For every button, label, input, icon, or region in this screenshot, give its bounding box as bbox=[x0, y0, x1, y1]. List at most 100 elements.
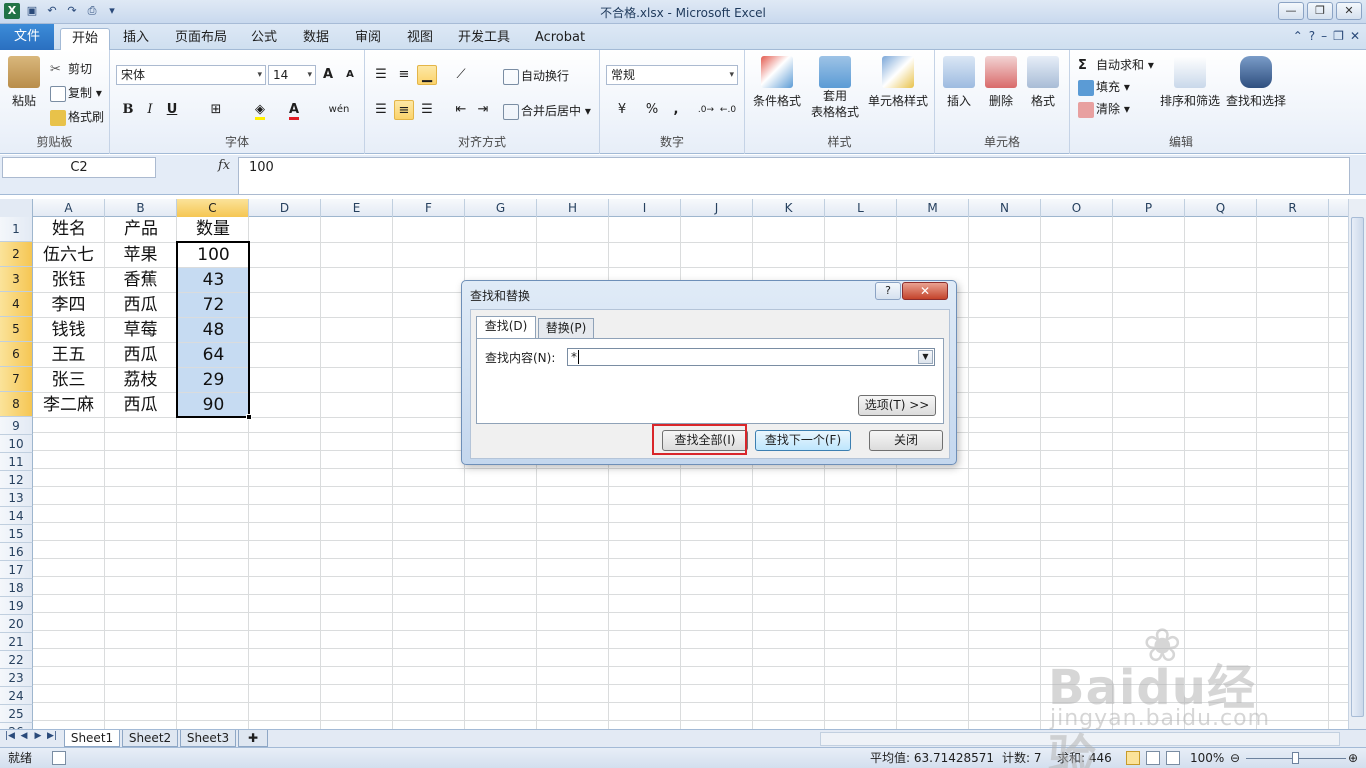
row-header[interactable]: 4 bbox=[0, 292, 33, 317]
merge-center-button[interactable]: 合并后居中 ▾ bbox=[503, 102, 591, 120]
row-header[interactable]: 1 bbox=[0, 217, 33, 242]
dialog-help-button[interactable]: ? bbox=[875, 282, 901, 300]
paste-button[interactable]: 粘贴 bbox=[6, 56, 42, 109]
row-header[interactable]: 21 bbox=[0, 633, 33, 651]
row-header[interactable]: 19 bbox=[0, 597, 33, 615]
shrink-font-button[interactable]: A bbox=[340, 65, 360, 85]
workbook-minimize-icon[interactable]: – bbox=[1321, 29, 1327, 43]
row-header[interactable]: 16 bbox=[0, 543, 33, 561]
table-cell[interactable]: 张三 bbox=[33, 368, 104, 392]
table-header-cell[interactable]: 数量 bbox=[177, 217, 249, 242]
row-header[interactable]: 14 bbox=[0, 507, 33, 525]
table-cell[interactable]: 荔枝 bbox=[105, 368, 176, 392]
find-select-button[interactable]: 查找和选择 bbox=[1224, 56, 1288, 109]
table-header-cell[interactable]: 姓名 bbox=[33, 217, 105, 242]
tab-find[interactable]: 查找(D) bbox=[476, 316, 536, 339]
table-header-cell[interactable]: 产品 bbox=[105, 217, 177, 242]
zoom-in-icon[interactable]: ⊕ bbox=[1348, 748, 1358, 768]
format-painter-button[interactable]: 格式刷 bbox=[50, 108, 104, 126]
sort-filter-button[interactable]: 排序和筛选 bbox=[1160, 56, 1220, 109]
align-bottom-button[interactable]: ▁ bbox=[417, 65, 437, 85]
table-cell[interactable]: 伍六七 bbox=[33, 243, 104, 267]
row-header[interactable]: 3 bbox=[0, 267, 33, 292]
insert-cells-button[interactable]: 插入 bbox=[941, 56, 977, 109]
row-header[interactable]: 23 bbox=[0, 669, 33, 687]
first-sheet-icon[interactable]: |◀ bbox=[4, 731, 16, 741]
column-header[interactable]: P bbox=[1113, 199, 1185, 217]
format-cells-button[interactable]: 格式 bbox=[1025, 56, 1061, 109]
wrap-text-button[interactable]: 自动换行 bbox=[503, 67, 569, 85]
row-header[interactable]: 9 bbox=[0, 417, 33, 435]
minimize-button[interactable]: — bbox=[1278, 2, 1304, 20]
row-header[interactable]: 2 bbox=[0, 242, 33, 267]
row-header[interactable]: 8 bbox=[0, 392, 33, 417]
delete-cells-button[interactable]: 删除 bbox=[983, 56, 1019, 109]
column-header[interactable]: E bbox=[321, 199, 393, 217]
column-header[interactable]: B bbox=[105, 199, 177, 217]
column-header[interactable]: H bbox=[537, 199, 609, 217]
align-left-button[interactable]: ☰ bbox=[371, 100, 391, 120]
workbook-close-icon[interactable]: ✕ bbox=[1350, 29, 1360, 43]
table-cell[interactable]: 王五 bbox=[33, 343, 104, 367]
column-header[interactable]: G bbox=[465, 199, 537, 217]
copy-button[interactable]: 复制 ▾ bbox=[50, 84, 102, 102]
tab-view[interactable]: 视图 bbox=[400, 28, 440, 50]
autosum-button[interactable]: Σ 自动求和 ▾ bbox=[1078, 56, 1154, 74]
row-header[interactable]: 7 bbox=[0, 367, 33, 392]
row-header[interactable]: 20 bbox=[0, 615, 33, 633]
cell-styles-button[interactable]: 单元格样式 bbox=[865, 56, 931, 109]
table-cell[interactable]: 李四 bbox=[33, 293, 104, 317]
name-box[interactable]: C2 bbox=[2, 157, 156, 178]
table-cell[interactable]: 西瓜 bbox=[105, 393, 176, 417]
table-cell[interactable]: 张钰 bbox=[33, 268, 104, 292]
bold-button[interactable]: B bbox=[118, 100, 138, 120]
row-header[interactable]: 15 bbox=[0, 525, 33, 543]
row-header[interactable]: 24 bbox=[0, 687, 33, 705]
workbook-restore-icon[interactable]: ❐ bbox=[1333, 29, 1344, 43]
increase-indent-button[interactable]: ⇥ bbox=[473, 100, 493, 120]
row-header[interactable]: 10 bbox=[0, 435, 33, 453]
row-header[interactable]: 13 bbox=[0, 489, 33, 507]
table-cell[interactable]: 西瓜 bbox=[105, 343, 176, 367]
row-header[interactable]: 22 bbox=[0, 651, 33, 669]
column-header[interactable]: M bbox=[897, 199, 969, 217]
grow-font-button[interactable]: A bbox=[318, 65, 338, 85]
column-header[interactable]: L bbox=[825, 199, 897, 217]
find-history-dropdown-icon[interactable]: ▼ bbox=[918, 350, 933, 364]
column-header[interactable]: Q bbox=[1185, 199, 1257, 217]
table-cell[interactable]: 苹果 bbox=[105, 243, 176, 267]
align-top-button[interactable]: ☰ bbox=[371, 65, 391, 85]
phonetic-button[interactable]: wén bbox=[328, 100, 350, 120]
column-header[interactable]: N bbox=[969, 199, 1041, 217]
insert-sheet-button[interactable]: ✚ bbox=[238, 730, 268, 747]
find-what-input[interactable]: * ▼ bbox=[567, 348, 935, 366]
comma-button[interactable]: , bbox=[666, 100, 686, 120]
column-header[interactable]: J bbox=[681, 199, 753, 217]
sheet-tab-3[interactable]: Sheet3 bbox=[180, 730, 236, 747]
number-format-combo[interactable]: 常规 bbox=[606, 65, 738, 85]
fill-button[interactable]: 填充 ▾ bbox=[1078, 78, 1130, 96]
minimize-ribbon-icon[interactable]: ⌃ bbox=[1293, 29, 1303, 43]
row-header[interactable]: 12 bbox=[0, 471, 33, 489]
tab-review[interactable]: 审阅 bbox=[348, 28, 388, 50]
close-dialog-button[interactable]: 关闭 bbox=[869, 430, 943, 451]
vertical-scroll-thumb[interactable] bbox=[1351, 217, 1364, 717]
table-cell[interactable]: 李二麻 bbox=[33, 393, 104, 417]
options-button[interactable]: 选项(T) >> bbox=[858, 395, 936, 416]
tab-page-layout[interactable]: 页面布局 bbox=[170, 28, 232, 50]
help-icon[interactable]: ? bbox=[1309, 29, 1315, 43]
format-as-table-button[interactable]: 套用 表格格式 bbox=[807, 56, 863, 120]
decrease-indent-button[interactable]: ⇤ bbox=[451, 100, 471, 120]
font-size-combo[interactable]: 14 bbox=[268, 65, 316, 85]
tab-developer[interactable]: 开发工具 bbox=[452, 28, 516, 50]
font-name-combo[interactable]: 宋体 bbox=[116, 65, 266, 85]
last-sheet-icon[interactable]: ▶| bbox=[46, 731, 58, 741]
tab-data[interactable]: 数据 bbox=[296, 28, 336, 50]
orientation-button[interactable]: ⟋ bbox=[451, 65, 471, 85]
column-header[interactable]: F bbox=[393, 199, 465, 217]
column-header[interactable]: A bbox=[33, 199, 105, 217]
font-color-button[interactable]: A bbox=[284, 100, 304, 120]
row-header[interactable]: 17 bbox=[0, 561, 33, 579]
align-right-button[interactable]: ☰ bbox=[417, 100, 437, 120]
formula-input[interactable]: 100 bbox=[238, 157, 1350, 195]
